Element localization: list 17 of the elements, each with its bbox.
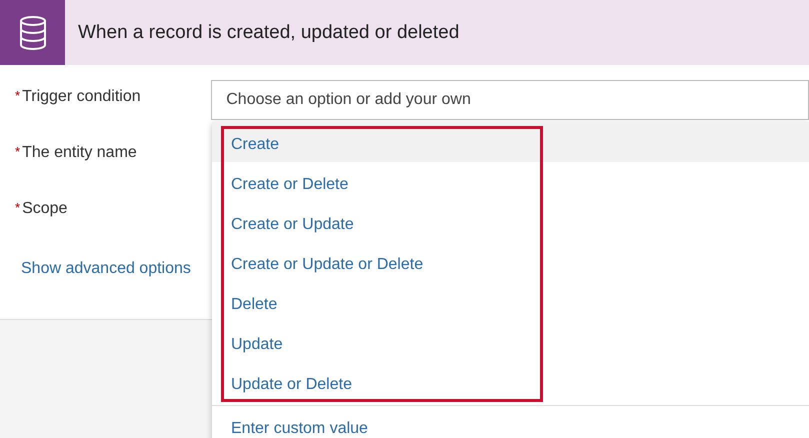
required-mark: * xyxy=(15,144,20,159)
dropdown-option[interactable]: Update xyxy=(212,322,809,362)
dropdown-option[interactable]: Create xyxy=(212,122,809,162)
dropdown-option[interactable]: Create or Update or Delete xyxy=(212,242,809,282)
dropdown-option[interactable]: Create or Update xyxy=(212,202,809,242)
required-mark: * xyxy=(15,200,20,215)
dropdown-option[interactable]: Update or Delete xyxy=(212,362,809,402)
custom-value-option[interactable]: Enter custom value xyxy=(212,405,809,438)
required-mark: * xyxy=(15,88,20,103)
dropdown-option[interactable]: Delete xyxy=(212,282,809,322)
dropdown-option[interactable]: Create or Delete xyxy=(212,162,809,202)
field-label: Trigger condition xyxy=(22,88,141,105)
field-label: The entity name xyxy=(22,144,137,161)
field-label: Scope xyxy=(22,200,68,217)
advanced-options-link[interactable]: Show advanced options xyxy=(21,260,191,278)
card-title: When a record is created, updated or deleted xyxy=(78,22,460,44)
trigger-condition-field[interactable]: Choose an option or add your own xyxy=(211,80,809,120)
